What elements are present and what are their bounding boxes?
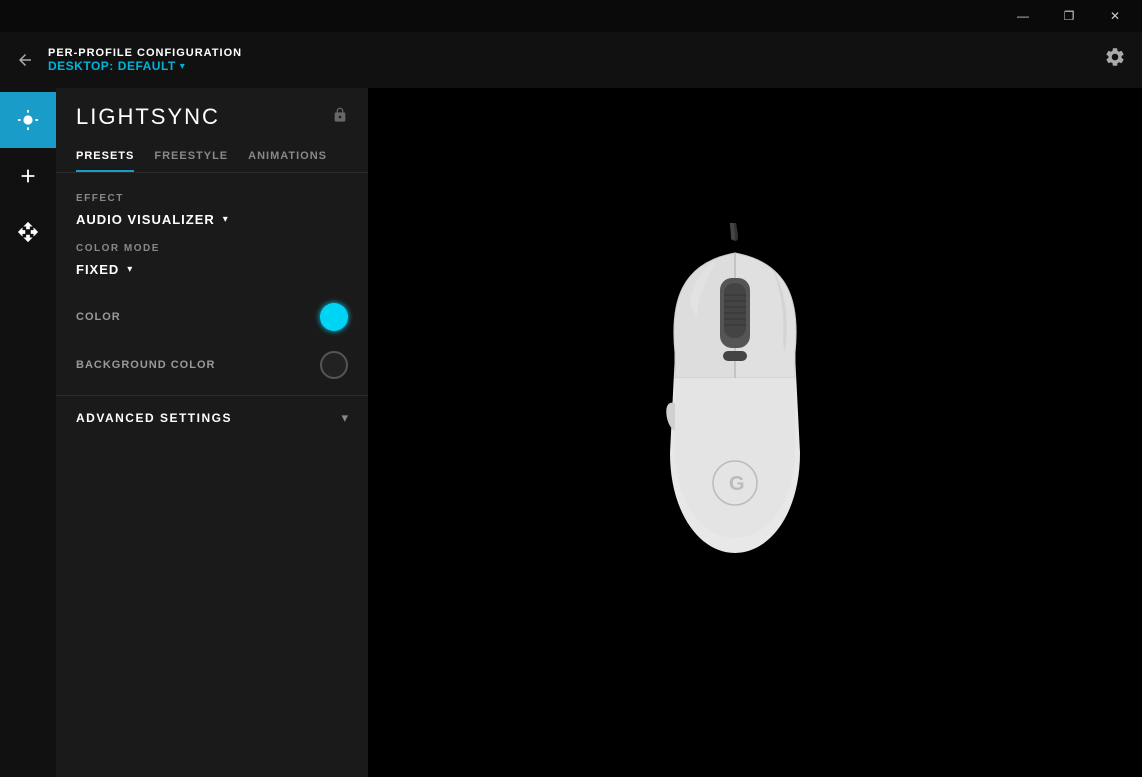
background-color-row: BACKGROUND COLOR: [56, 341, 368, 389]
color-mode-label: COLOR MODE: [76, 243, 348, 254]
color-row: COLOR: [56, 293, 368, 341]
tabs: PRESETS FREESTYLE ANIMATIONS: [56, 142, 368, 173]
svg-text:G: G: [729, 473, 745, 495]
effect-dropdown[interactable]: AUDIO VISUALIZER ▾: [76, 212, 348, 227]
color-swatch-cyan[interactable]: [320, 303, 348, 331]
color-mode-value: FIXED: [76, 262, 119, 277]
sidebar-item-move[interactable]: [0, 204, 56, 260]
back-button[interactable]: [16, 51, 34, 69]
background-color-label: BACKGROUND COLOR: [76, 359, 215, 371]
restore-button[interactable]: ❐: [1046, 0, 1092, 32]
main-panel: LIGHTSYNC PRESETS FREESTYLE ANIMATIONS E…: [56, 88, 368, 777]
panel-title: LIGHTSYNC: [76, 104, 220, 130]
profile-name: Default: [118, 59, 176, 73]
tab-presets[interactable]: PRESETS: [76, 142, 134, 172]
header: PER-PROFILE CONFIGURATION DESKTOP: Defau…: [0, 32, 1142, 88]
color-label: COLOR: [76, 311, 121, 323]
mouse-illustration: G: [615, 223, 895, 643]
effect-dropdown-arrow: ▾: [223, 214, 228, 225]
profile-prefix: DESKTOP:: [48, 59, 114, 73]
panel-header: LIGHTSYNC: [56, 88, 368, 142]
settings-button[interactable]: [1104, 46, 1126, 74]
minimize-button[interactable]: —: [1000, 0, 1046, 32]
color-mode-dropdown[interactable]: FIXED ▾: [76, 262, 348, 277]
tab-animations[interactable]: ANIMATIONS: [248, 142, 327, 172]
tab-freestyle[interactable]: FREESTYLE: [154, 142, 228, 172]
color-mode-dropdown-arrow: ▾: [127, 264, 132, 275]
header-info: PER-PROFILE CONFIGURATION DESKTOP: Defau…: [48, 47, 242, 73]
color-mode-section: COLOR MODE FIXED ▾: [56, 243, 368, 293]
header-profile[interactable]: DESKTOP: Default ▾: [48, 59, 242, 73]
advanced-settings-label: ADVANCED SETTINGS: [76, 411, 232, 425]
sidebar-item-add[interactable]: [0, 148, 56, 204]
close-button[interactable]: ✕: [1092, 0, 1138, 32]
sidebar-item-lightsync[interactable]: [0, 92, 56, 148]
icon-sidebar: [0, 88, 56, 777]
advanced-settings-arrow: ▾: [341, 410, 348, 426]
content-area: G: [368, 88, 1142, 777]
effect-value: AUDIO VISUALIZER: [76, 212, 215, 227]
effect-section: EFFECT AUDIO VISUALIZER ▾: [56, 193, 368, 243]
advanced-settings-row[interactable]: ADVANCED SETTINGS ▾: [56, 395, 368, 440]
color-swatch-dark[interactable]: [320, 351, 348, 379]
lock-icon: [332, 107, 348, 128]
header-title: PER-PROFILE CONFIGURATION: [48, 47, 242, 59]
effect-label: EFFECT: [76, 193, 348, 204]
profile-dropdown-arrow: ▾: [180, 61, 185, 72]
titlebar: — ❐ ✕: [0, 0, 1142, 32]
